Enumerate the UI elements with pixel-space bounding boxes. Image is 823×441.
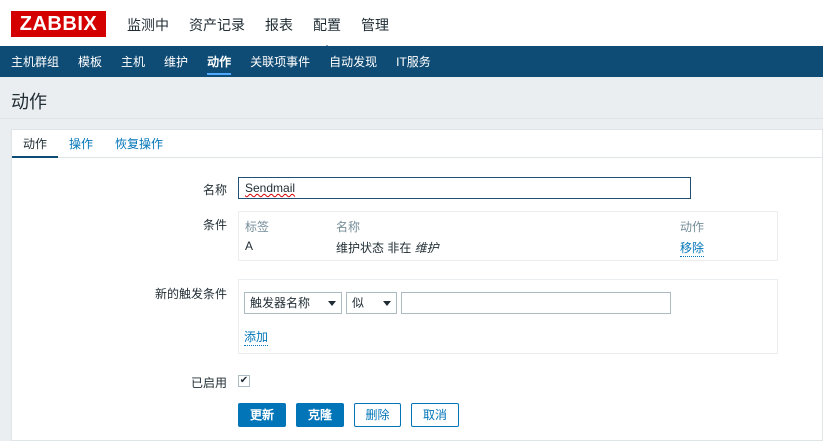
remove-condition-link[interactable]: 移除 [680,239,705,257]
update-button[interactable]: 更新 [238,403,286,427]
subnav-it-services[interactable]: IT服务 [396,47,431,77]
conditions-table: 标签 名称 动作 A 维护状态 非在 维护 移除 [238,211,778,261]
form-tabs: 动作 操作 恢复操作 [12,130,822,158]
condition-type-value: 触发器名称 [250,296,311,310]
name-input-value: Sendmail [245,181,296,195]
tab-operations[interactable]: 操作 [58,130,104,157]
subnav-event-correlation[interactable]: 关联项事件 [250,47,310,77]
add-condition-link[interactable]: 添加 [244,328,269,346]
condition-value-input[interactable] [401,292,671,314]
new-condition-label: 新的触发条件 [154,287,227,301]
enabled-checkbox[interactable]: ✔ [238,375,250,387]
name-input[interactable]: Sendmail [238,177,691,199]
menu-reports[interactable]: 报表 [265,15,293,35]
tab-recovery-operations[interactable]: 恢复操作 [104,130,174,157]
header-action: 动作 [680,220,705,234]
menu-inventory[interactable]: 资产记录 [189,15,245,35]
page-title: 动作 [11,92,47,112]
cancel-button[interactable]: 取消 [411,403,459,427]
top-header: ZABBIX 监测中 资产记录 报表 配置 管理 [0,0,823,51]
subnav-actions[interactable]: 动作 [207,47,232,77]
condition-name-value: 维护 [414,241,439,255]
condition-tag: A [245,239,254,253]
name-label: 名称 [202,183,227,197]
main-menu: 监测中 资产记录 报表 配置 管理 [127,15,409,51]
condition-operator-select[interactable]: 似 [346,292,397,314]
condition-name: 维护状态 非在 维护 [336,239,439,256]
sub-navigation: 主机群组 模板 主机 维护 动作 关联项事件 自动发现 IT服务 [0,46,823,77]
header-name: 名称 [336,220,361,234]
subnav-templates[interactable]: 模板 [78,47,102,77]
subnav-hosts[interactable]: 主机 [121,47,145,77]
conditions-label: 条件 [202,218,227,232]
delete-button[interactable]: 删除 [354,403,401,427]
enabled-label: 已启用 [190,376,227,390]
condition-name-text: 维护状态 非在 [336,241,415,255]
chevron-down-icon [383,301,391,306]
condition-operator-value: 似 [352,296,365,310]
zabbix-logo[interactable]: ZABBIX [11,11,106,37]
action-form-panel: 动作 操作 恢复操作 名称 Sendmail 条件 标签 名称 动作 A 维护状… [11,129,823,441]
menu-configuration[interactable]: 配置 [313,15,341,51]
header-tag: 标签 [245,220,270,234]
menu-administration[interactable]: 管理 [361,15,389,35]
new-condition-box: 触发器名称 似 添加 [238,279,778,354]
chevron-down-icon [328,301,336,306]
condition-type-select[interactable]: 触发器名称 [244,292,342,314]
title-bar: 动作 [0,77,823,119]
subnav-host-groups[interactable]: 主机群组 [11,47,59,77]
subnav-discovery[interactable]: 自动发现 [329,47,377,77]
menu-monitoring[interactable]: 监测中 [127,15,169,35]
clone-button[interactable]: 克隆 [296,403,344,427]
tab-action[interactable]: 动作 [12,130,59,158]
subnav-maintenance[interactable]: 维护 [164,47,188,77]
